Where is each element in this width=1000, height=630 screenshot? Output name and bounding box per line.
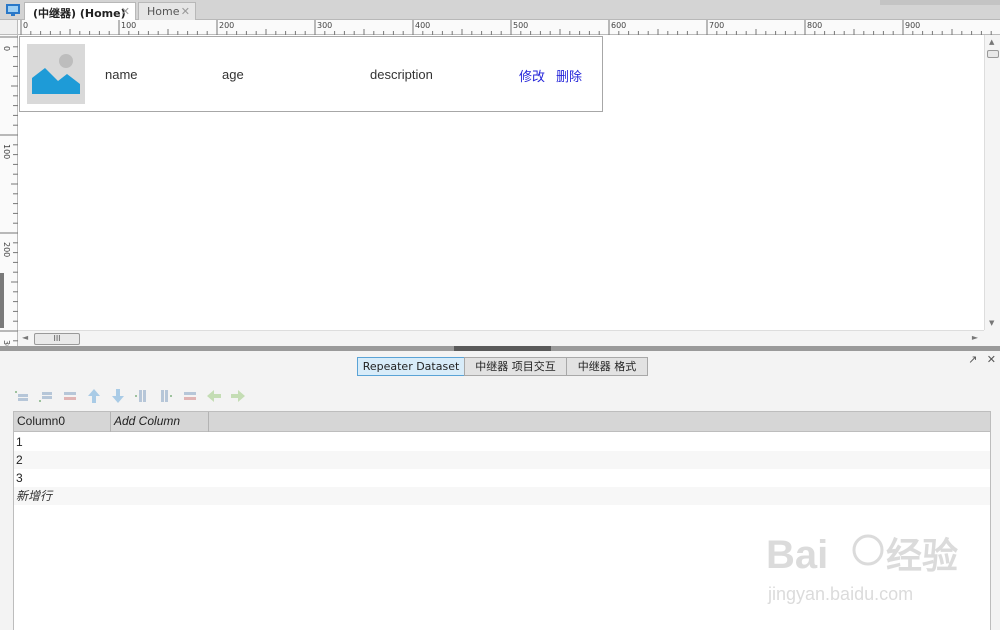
insert-row-below-icon[interactable]: [38, 388, 54, 404]
ruler-label: 800: [807, 21, 822, 30]
table-row[interactable]: 3: [14, 469, 990, 487]
tab-repeater-interactions[interactable]: 中继器 项目交互: [464, 357, 567, 376]
ruler-label: 500: [513, 21, 528, 30]
add-column-button[interactable]: Add Column: [111, 412, 209, 432]
tab-label: (中继器) (Home): [33, 7, 126, 20]
axure-editor: (中继器) (Home) ✕ Home ✕ 0 100 200 300 400 500 60…: [0, 0, 1000, 630]
document-tab-strip: (中继器) (Home) ✕ Home ✕: [0, 0, 1000, 21]
delete-row-icon[interactable]: [62, 388, 78, 404]
ruler-label: 0: [2, 46, 11, 51]
watermark-logo: Bai 经验 jingyan.baidu.com: [766, 533, 958, 604]
close-icon[interactable]: ✕: [181, 5, 190, 18]
vertical-ruler[interactable]: 0100200300: [0, 35, 18, 346]
grid-header: Column0 Add Column: [14, 412, 990, 432]
ruler-label: 300: [317, 21, 332, 30]
close-icon[interactable]: ✕: [121, 5, 130, 18]
ruler-corner: [0, 20, 18, 35]
svg-text:jingyan.baidu.com: jingyan.baidu.com: [767, 584, 913, 604]
edit-link[interactable]: 修改: [519, 66, 545, 85]
popout-icon[interactable]: ↗: [968, 353, 977, 366]
delete-column-icon[interactable]: [182, 388, 198, 404]
repeater-widget[interactable]: name age description 修改 删除: [19, 36, 603, 112]
ruler-label: 0: [23, 21, 28, 30]
scroll-right-arrow-icon[interactable]: ►: [972, 333, 978, 342]
tab-label: Home: [147, 5, 180, 18]
page-icon: [6, 4, 20, 16]
add-row-button[interactable]: 新增行: [14, 487, 990, 505]
insert-column-left-icon[interactable]: [134, 388, 150, 404]
ruler-position-marker: [0, 273, 4, 328]
design-canvas[interactable]: name age description 修改 删除: [18, 35, 984, 330]
close-icon[interactable]: ✕: [987, 353, 996, 366]
vertical-scrollbar[interactable]: ▲ ▼: [984, 35, 1000, 330]
description-cell: description: [370, 67, 433, 82]
move-down-icon[interactable]: [110, 388, 126, 404]
repeater-properties-panel: ↗ ✕ Repeater Dataset 中继器 项目交互 中继器 格式 Col…: [0, 351, 1000, 630]
ruler-label: 100: [121, 21, 136, 30]
age-cell: age: [222, 67, 244, 82]
column-header-column0[interactable]: Column0: [14, 412, 111, 432]
delete-link[interactable]: 删除: [556, 66, 582, 85]
tab-home[interactable]: Home ✕: [138, 2, 196, 21]
tab-repeater-dataset[interactable]: Repeater Dataset: [357, 357, 465, 376]
ruler-label: 400: [415, 21, 430, 30]
move-right-icon[interactable]: [230, 388, 246, 404]
name-cell: name: [105, 67, 138, 82]
panel-header-buttons: ↗ ✕: [962, 353, 996, 366]
scroll-up-arrow-icon[interactable]: ▲: [989, 38, 994, 46]
scrollbar-corner: [984, 330, 1000, 346]
table-row[interactable]: 1: [14, 433, 990, 451]
ruler-label: 600: [611, 21, 626, 30]
table-row[interactable]: 2: [14, 451, 990, 469]
image-placeholder-icon: [27, 44, 85, 104]
scroll-down-arrow-icon[interactable]: ▼: [989, 319, 994, 327]
tab-repeater-style[interactable]: 中继器 格式: [566, 357, 648, 376]
svg-text:经验: 经验: [886, 535, 958, 576]
tab-repeater-home[interactable]: (中继器) (Home) ✕: [24, 2, 136, 21]
scroll-thumb[interactable]: III: [34, 333, 80, 345]
scroll-thumb[interactable]: [987, 50, 999, 58]
horizontal-scrollbar[interactable]: ◄ III ►: [18, 330, 984, 346]
tabstrip-filler: [880, 0, 1000, 5]
insert-column-right-icon[interactable]: [158, 388, 174, 404]
move-left-icon[interactable]: [206, 388, 222, 404]
insert-row-above-icon[interactable]: [14, 388, 30, 404]
ruler-label: 700: [709, 21, 724, 30]
ruler-label: 200: [219, 21, 234, 30]
horizontal-ruler[interactable]: 0 100 200 300 400 500 600 700 800 900: [18, 20, 1000, 35]
ruler-label: 900: [905, 21, 920, 30]
ruler-label: 200: [2, 242, 11, 257]
scroll-left-arrow-icon[interactable]: ◄: [22, 333, 28, 342]
svg-text:Bai: Bai: [766, 533, 828, 577]
move-up-icon[interactable]: [86, 388, 102, 404]
image-placeholder[interactable]: [27, 44, 85, 104]
ruler-label: 100: [2, 144, 11, 159]
